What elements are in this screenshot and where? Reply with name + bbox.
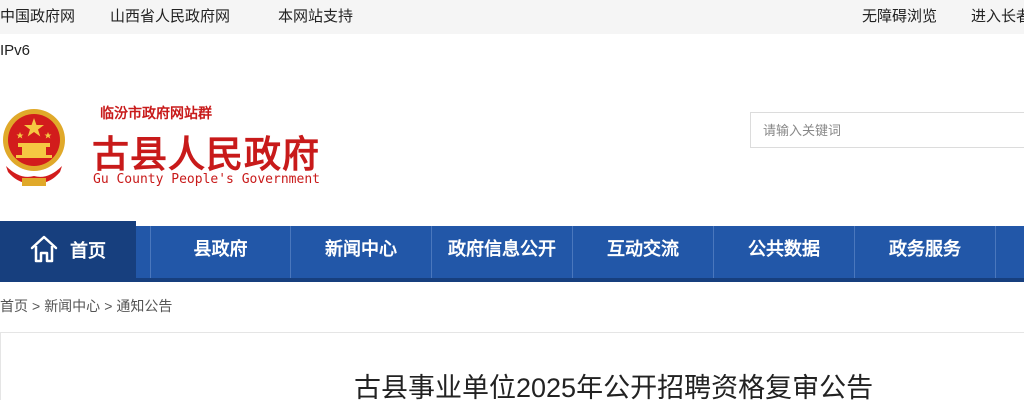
nav-item-interaction[interactable]: 互动交流	[573, 226, 714, 278]
breadcrumb-notices[interactable]: 通知公告	[116, 298, 172, 314]
breadcrumb-separator: >	[32, 298, 41, 314]
site-title-english: Gu County People's Government	[93, 172, 320, 187]
breadcrumb-separator: >	[104, 298, 113, 314]
link-china-gov[interactable]: 中国政府网	[0, 0, 75, 34]
nav-item-county-gov[interactable]: 县政府	[150, 226, 291, 278]
link-shanxi-gov[interactable]: 山西省人民政府网	[110, 0, 230, 34]
link-site-support[interactable]: 本网站支持	[278, 0, 353, 34]
main-nav: 首页 县政府 新闻中心 政府信息公开 互动交流 公共数据 政务服务	[0, 221, 1024, 282]
nav-item-news-center[interactable]: 新闻中心	[291, 226, 432, 278]
article-title: 古县事业单位2025年公开招聘资格复审公告	[354, 373, 874, 400]
link-elderly-mode[interactable]: 进入长者	[971, 0, 1024, 34]
search-input[interactable]	[750, 112, 1024, 148]
link-accessibility[interactable]: 无障碍浏览	[862, 0, 937, 34]
breadcrumb-news-center[interactable]: 新闻中心	[44, 298, 100, 314]
ipv6-badge: IPv6	[0, 42, 31, 59]
nav-item-public-data[interactable]: 公共数据	[714, 226, 855, 278]
site-group-label: 临汾市政府网站群	[100, 106, 212, 122]
home-icon	[30, 235, 58, 263]
nav-item-gov-services[interactable]: 政务服务	[855, 226, 996, 278]
top-utility-bar: 中国政府网 山西省人民政府网 本网站支持 无障碍浏览 进入长者	[0, 0, 1024, 34]
breadcrumb-home[interactable]: 首页	[0, 298, 28, 314]
nav-item-gov-info[interactable]: 政府信息公开	[432, 226, 573, 278]
nav-home[interactable]: 首页	[0, 221, 136, 282]
site-title: 古县人民政府	[92, 132, 320, 176]
breadcrumb: 首页 > 新闻中心 > 通知公告	[0, 296, 172, 316]
national-emblem-icon	[3, 109, 65, 186]
nav-home-label: 首页	[70, 241, 106, 262]
